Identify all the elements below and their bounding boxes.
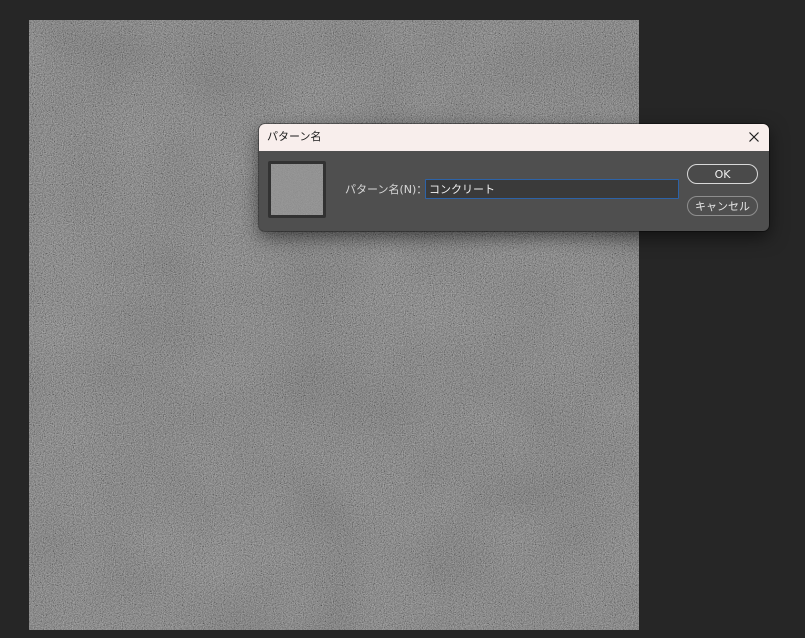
workspace-canvas bbox=[0, 0, 805, 638]
close-button[interactable] bbox=[743, 126, 765, 148]
cancel-button[interactable]: キャンセル bbox=[687, 196, 758, 216]
pattern-thumbnail bbox=[271, 164, 323, 215]
pattern-name-dialog: パターン名 パターン名(N)： コンクリート OK キャンセル bbox=[259, 124, 769, 231]
pattern-name-field[interactable] bbox=[425, 179, 679, 199]
pattern-name-input[interactable] bbox=[426, 180, 678, 198]
dialog-titlebar[interactable]: パターン名 bbox=[259, 124, 769, 151]
concrete-texture-image bbox=[29, 20, 639, 630]
dialog-title: パターン名 bbox=[267, 130, 322, 143]
document-concrete-texture[interactable] bbox=[29, 20, 639, 630]
pattern-preview bbox=[268, 161, 326, 218]
close-icon bbox=[749, 132, 759, 142]
pattern-name-label: パターン名(N)： bbox=[345, 183, 428, 196]
ok-button[interactable]: OK bbox=[687, 164, 758, 184]
